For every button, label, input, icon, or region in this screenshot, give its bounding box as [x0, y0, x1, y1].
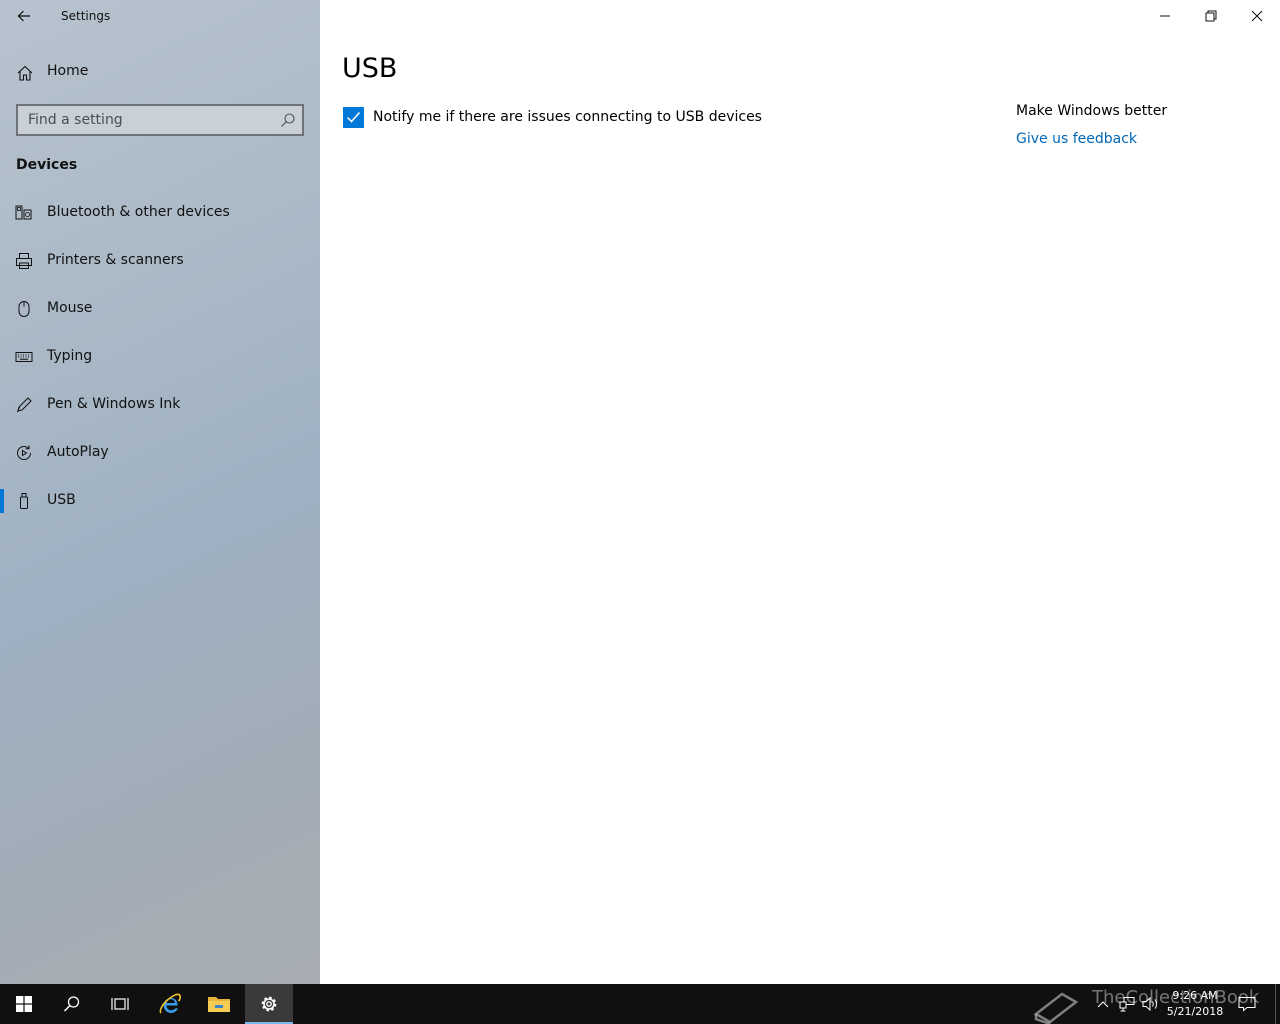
- sidebar-item-printers[interactable]: Printers & scanners: [0, 239, 320, 283]
- show-desktop-button[interactable]: [1275, 984, 1276, 1024]
- sidebar-item-label: USB: [47, 492, 76, 508]
- sidebar-item-label: Printers & scanners: [47, 252, 184, 268]
- restore-button[interactable]: [1188, 0, 1234, 32]
- give-feedback-link[interactable]: Give us feedback: [1016, 131, 1137, 147]
- usb-icon: [20, 493, 28, 509]
- chevron-up-icon: [1097, 1001, 1109, 1008]
- app-title: Settings: [61, 9, 111, 23]
- minimize-icon: [1160, 15, 1170, 17]
- back-button[interactable]: [8, 0, 40, 32]
- close-button[interactable]: [1234, 0, 1280, 32]
- network-button[interactable]: [1116, 984, 1138, 1024]
- taskbar: TheCollectionBook 9:26 AM 5/21/2018: [0, 984, 1280, 1024]
- printer-icon: [16, 253, 32, 269]
- gear-icon: [261, 996, 277, 1012]
- sidebar-item-label: Typing: [47, 348, 93, 364]
- internet-explorer-button[interactable]: [146, 984, 194, 1024]
- internet-explorer-icon: [159, 993, 181, 1014]
- sidebar-item-usb[interactable]: USB: [0, 479, 320, 523]
- sidebar-item-autoplay[interactable]: AutoPlay: [0, 431, 320, 475]
- taskbar-search-button[interactable]: [48, 984, 96, 1024]
- clock-time: 9:26 AM: [1172, 989, 1218, 1002]
- task-view-icon: [111, 998, 129, 1010]
- home-icon: [17, 65, 33, 81]
- sidebar-item-mouse[interactable]: Mouse: [0, 287, 320, 331]
- volume-icon: [1142, 996, 1157, 1012]
- notify-usb-issues-label[interactable]: Notify me if there are issues connecting…: [373, 109, 762, 125]
- network-icon: [1119, 997, 1135, 1012]
- sidebar-item-label: Home: [47, 63, 89, 79]
- task-view-button[interactable]: [96, 984, 144, 1024]
- close-icon: [1251, 10, 1263, 22]
- checkmark-icon: [346, 111, 361, 123]
- sidebar-item-home[interactable]: Home: [0, 52, 320, 92]
- notify-usb-issues-checkbox[interactable]: [343, 106, 364, 128]
- book-watermark-icon: [1033, 992, 1079, 1024]
- pen-icon: [16, 397, 32, 413]
- make-windows-better-heading: Make Windows better: [1016, 103, 1168, 119]
- title-bar-left: Settings: [0, 0, 320, 32]
- folder-icon: [208, 997, 230, 1012]
- start-button[interactable]: [0, 984, 48, 1024]
- windows-logo-icon: [16, 996, 32, 1012]
- sidebar-item-label: Bluetooth & other devices: [47, 204, 230, 220]
- main-content: USB Notify me if there are issues connec…: [320, 0, 1280, 984]
- search-icon: [63, 996, 80, 1012]
- autoplay-icon: [17, 445, 31, 460]
- keyboard-icon: [15, 352, 33, 362]
- section-heading: Devices: [16, 157, 78, 173]
- sidebar-item-bluetooth[interactable]: Bluetooth & other devices: [0, 191, 320, 235]
- notify-usb-issues-option[interactable]: Notify me if there are issues connecting…: [343, 106, 762, 128]
- taskbar-clock[interactable]: 9:26 AM 5/21/2018: [1164, 988, 1226, 1020]
- notifications-icon: [1238, 997, 1256, 1012]
- volume-button[interactable]: [1140, 984, 1162, 1024]
- page-title: USB: [342, 53, 398, 84]
- search-box[interactable]: [16, 104, 304, 136]
- bluetooth-devices-icon: [15, 205, 32, 220]
- search-input[interactable]: [18, 106, 268, 134]
- sidebar-item-label: AutoPlay: [47, 444, 109, 460]
- minimize-button[interactable]: [1142, 0, 1188, 32]
- sidebar-item-typing[interactable]: Typing: [0, 335, 320, 379]
- clock-date: 5/21/2018: [1166, 1005, 1224, 1018]
- back-arrow-icon: [17, 10, 30, 22]
- mouse-icon: [18, 301, 30, 317]
- search-icon[interactable]: [280, 112, 296, 128]
- sidebar-item-label: Mouse: [47, 300, 93, 316]
- restore-icon: [1205, 10, 1217, 22]
- file-explorer-button[interactable]: [195, 984, 243, 1024]
- action-center-button[interactable]: [1234, 984, 1260, 1024]
- settings-taskbar-button[interactable]: [245, 984, 293, 1024]
- show-hidden-icons-button[interactable]: [1094, 984, 1112, 1024]
- sidebar-item-pen[interactable]: Pen & Windows Ink: [0, 383, 320, 427]
- sidebar: Settings Home Devices Bluetooth & other …: [0, 0, 320, 984]
- sidebar-item-label: Pen & Windows Ink: [47, 396, 181, 412]
